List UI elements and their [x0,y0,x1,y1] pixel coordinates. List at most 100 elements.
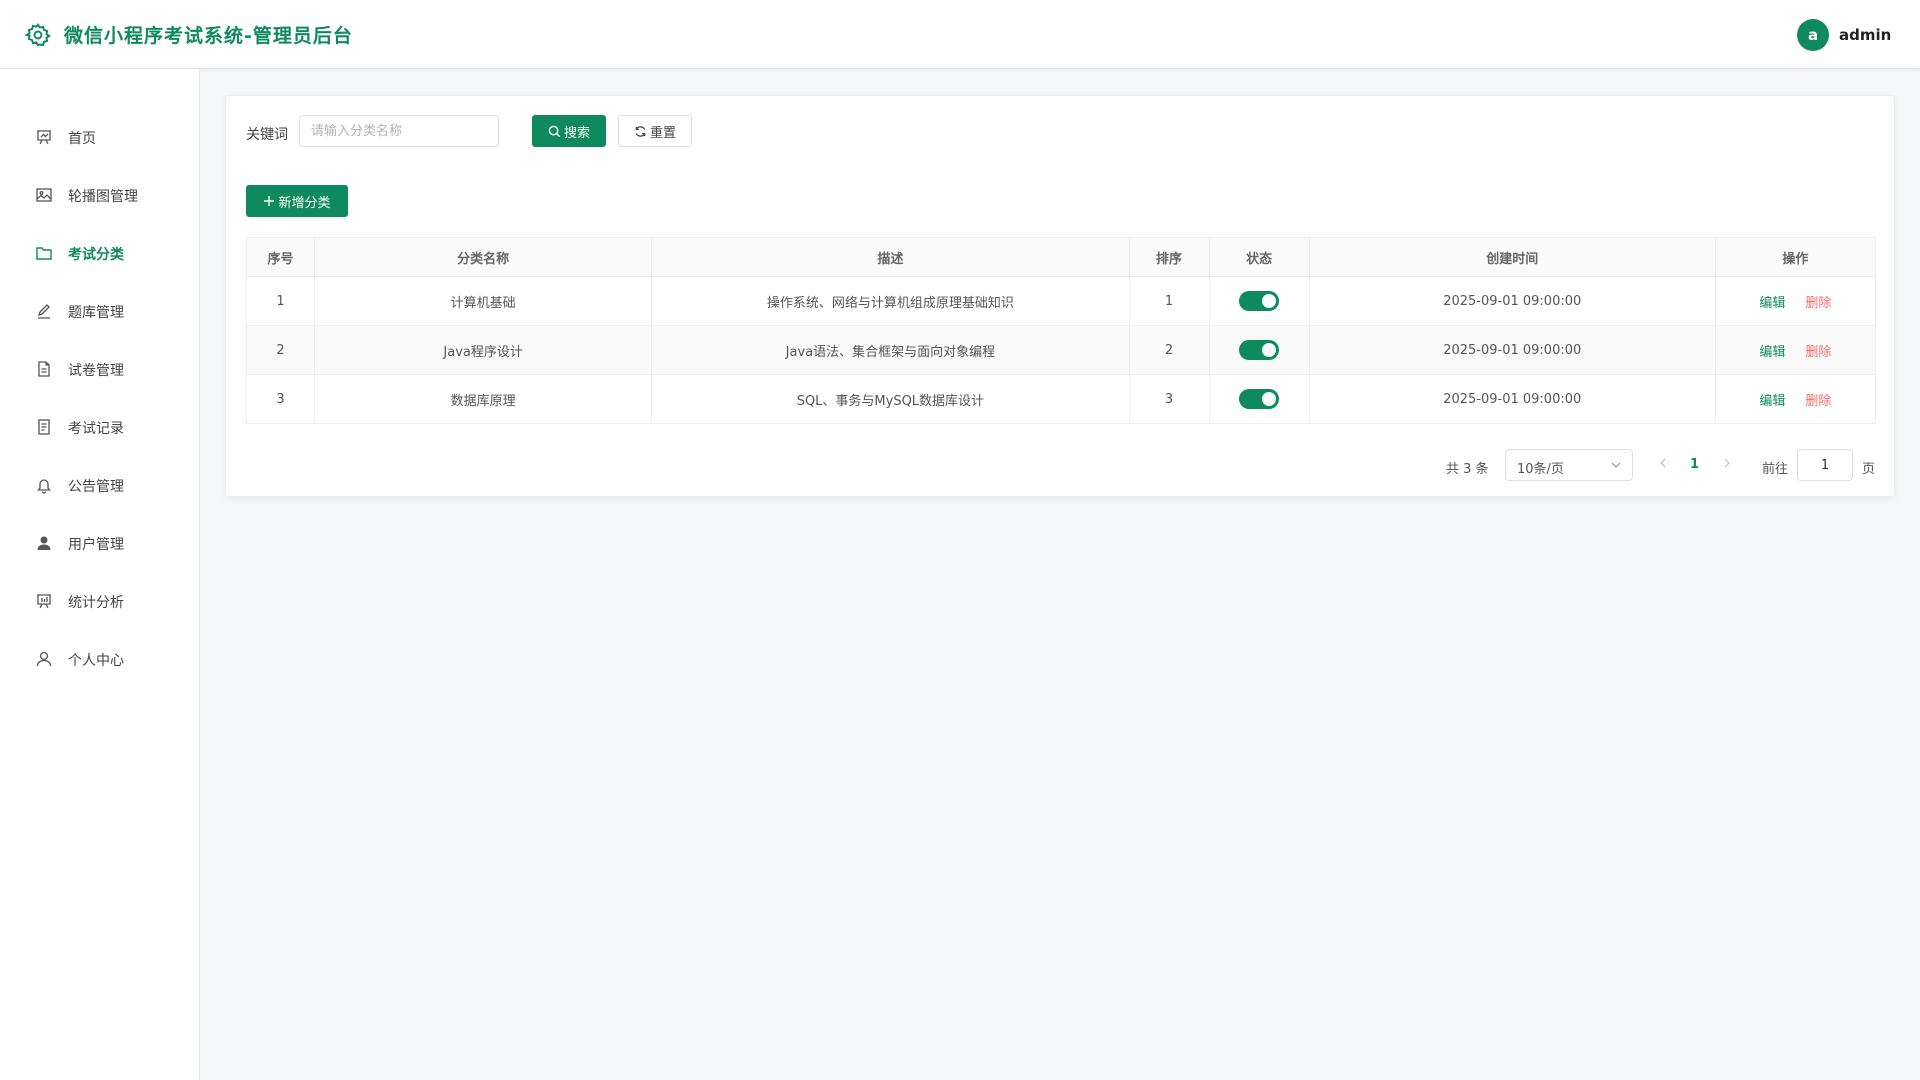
reset-button[interactable]: 重置 [618,115,692,147]
column-header-status: 状态 [1208,237,1310,277]
sidebar-item-notice[interactable]: 公告管理 [0,463,199,507]
sidebar-item-label: 题库管理 [68,305,124,321]
sidebar-item-label: 轮播图管理 [68,189,138,205]
status-toggle[interactable] [1239,291,1280,311]
sidebar: 首页 轮播图管理 考试分类 题库管理 试卷管理 考试记录 公告管理 用户管理 统… [0,69,200,1080]
cell-index: 2 [245,325,316,375]
folder-icon [36,247,52,260]
sidebar-item-label: 用户管理 [68,537,124,553]
cell-description: SQL、事务与MySQL数据库设计 [651,374,1130,424]
cell-actions: 编辑 删除 [1714,325,1877,375]
status-toggle[interactable] [1239,340,1280,360]
cell-status [1208,374,1310,424]
cell-name: 数据库原理 [314,374,653,424]
sidebar-item-exam-category[interactable]: 考试分类 [0,231,199,275]
toggle-knob [1262,294,1277,308]
chevron-right-icon[interactable] [1720,456,1734,470]
refresh-icon [635,125,646,137]
chevron-down-icon [1611,462,1621,468]
column-header-created-at: 创建时间 [1308,237,1716,277]
table-row: 3 数据库原理 SQL、事务与MySQL数据库设计 3 2025-09-01 0… [245,374,1877,424]
bell-icon [37,479,51,494]
sidebar-item-label: 公告管理 [68,479,124,495]
edit-link[interactable]: 编辑 [1759,345,1785,360]
cell-description: 操作系统、网络与计算机组成原理基础知识 [651,276,1130,326]
main-card: 关键词 搜索 重置 新增分类 序号 分类名称 描述 排序 状态 创建时间 操作 … [225,95,1895,497]
cell-index: 1 [245,276,316,326]
sidebar-item-user-management[interactable]: 用户管理 [0,521,199,565]
category-table: 序号 分类名称 描述 排序 状态 创建时间 操作 1 计算机基础 操作系统、网络… [245,237,1877,424]
cell-status [1208,276,1310,326]
pagination-goto-input[interactable] [1797,449,1853,481]
cell-actions: 编辑 删除 [1714,276,1877,326]
column-header-actions: 操作 [1714,237,1877,277]
keyword-label: 关键词 [246,127,288,143]
sidebar-item-label: 试卷管理 [68,363,124,379]
delete-link[interactable]: 删除 [1805,345,1831,360]
cell-sort: 1 [1128,276,1210,326]
sidebar-item-carousel[interactable]: 轮播图管理 [0,173,199,217]
search-input[interactable] [299,115,499,147]
presentation-chart-icon [37,130,51,145]
sidebar-item-label: 统计分析 [68,595,124,611]
pagination-current-page[interactable]: 1 [1690,457,1699,472]
page-size-select[interactable]: 10条/页 [1505,449,1633,481]
sidebar-item-question-bank[interactable]: 题库管理 [0,289,199,333]
user-filled-icon [37,536,51,550]
sidebar-item-label: 考试记录 [68,421,124,437]
delete-link[interactable]: 删除 [1805,296,1831,311]
cell-sort: 2 [1128,325,1210,375]
sidebar-item-label: 个人中心 [68,653,124,669]
reset-button-label: 重置 [649,125,676,141]
search-icon [548,125,561,137]
user-icon [36,651,52,667]
pagination-total: 共 3 条 [1446,462,1489,477]
sidebar-item-label: 首页 [68,131,96,147]
image-icon [36,188,52,202]
edit-pen-icon [37,304,50,319]
cell-created-at: 2025-09-01 09:00:00 [1308,374,1716,424]
cell-name: Java程序设计 [314,325,653,375]
plus-icon [264,196,275,206]
search-button-label: 搜索 [563,125,590,141]
column-header-sort: 排序 [1128,237,1210,277]
table-row: 2 Java程序设计 Java语法、集合框架与面向对象编程 2 2025-09-… [245,325,1877,375]
table-header-row: 序号 分类名称 描述 排序 状态 创建时间 操作 [245,237,1877,277]
sidebar-item-exam-record[interactable]: 考试记录 [0,405,199,449]
sidebar-item-profile[interactable]: 个人中心 [0,637,199,681]
pagination-page-unit: 页 [1862,462,1876,477]
cell-created-at: 2025-09-01 09:00:00 [1308,325,1716,375]
add-button-label: 新增分类 [278,195,331,211]
cell-created-at: 2025-09-01 09:00:00 [1308,276,1716,326]
page-size-value: 10条/页 [1517,462,1564,477]
table-row: 1 计算机基础 操作系统、网络与计算机组成原理基础知识 1 2025-09-01… [245,276,1877,326]
toggle-knob [1262,343,1277,357]
edit-link[interactable]: 编辑 [1759,394,1785,409]
cell-status [1208,325,1310,375]
column-header-index: 序号 [245,237,316,277]
add-category-button[interactable]: 新增分类 [246,185,348,217]
tickets-icon [38,419,50,435]
username[interactable]: admin [1839,26,1891,44]
cell-index: 3 [245,374,316,424]
app-title: 微信小程序考试系统-管理员后台 [64,25,353,47]
chevron-left-icon[interactable] [1656,456,1670,470]
column-header-name: 分类名称 [314,237,653,277]
sidebar-item-label: 考试分类 [68,247,124,263]
sidebar-item-home[interactable]: 首页 [0,115,199,159]
cell-sort: 3 [1128,374,1210,424]
cell-actions: 编辑 删除 [1714,374,1877,424]
search-button[interactable]: 搜索 [532,115,606,147]
gear-icon [25,23,51,47]
delete-link[interactable]: 删除 [1805,394,1831,409]
sidebar-item-statistics[interactable]: 统计分析 [0,579,199,623]
sidebar-item-paper[interactable]: 试卷管理 [0,347,199,391]
edit-link[interactable]: 编辑 [1759,296,1785,311]
column-header-description: 描述 [651,237,1130,277]
avatar[interactable]: a [1797,19,1829,51]
data-board-icon [37,594,51,609]
top-header: 微信小程序考试系统-管理员后台 a admin [0,0,1920,69]
status-toggle[interactable] [1239,389,1280,409]
toggle-knob [1262,392,1277,406]
pagination-goto-label: 前往 [1762,462,1789,477]
